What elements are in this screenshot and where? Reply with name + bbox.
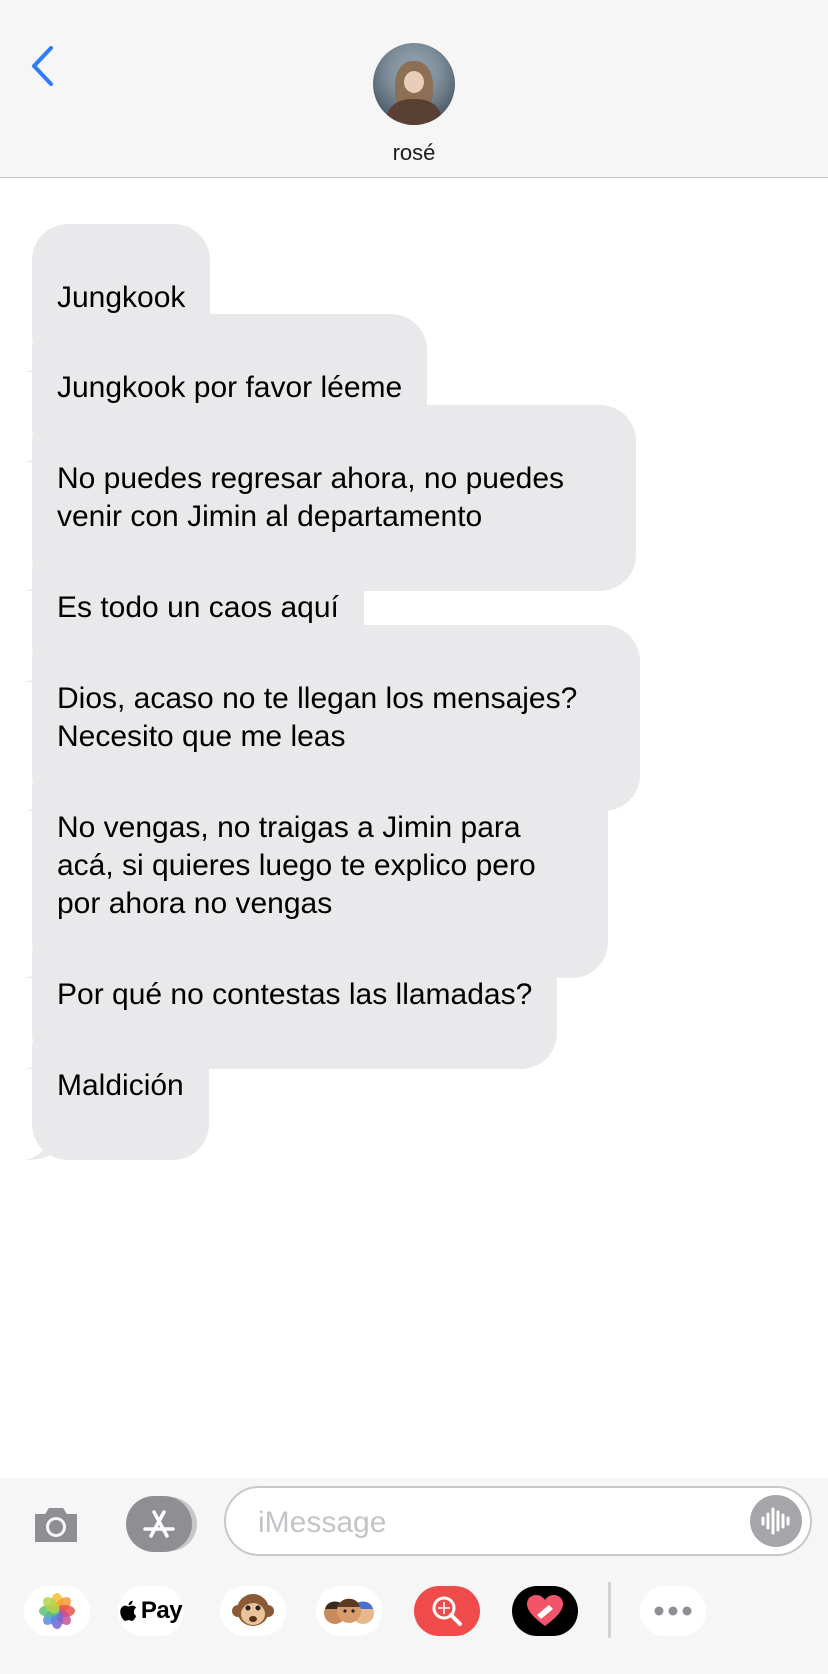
memoji-icon	[324, 1598, 374, 1624]
animoji-monkey-icon	[232, 1594, 274, 1626]
audio-message-button[interactable]	[750, 1495, 802, 1547]
message-text: No vengas, no traigas a Jimin para acá, …	[57, 811, 536, 920]
digital-touch-heart-icon	[527, 1595, 563, 1626]
search-images-icon	[432, 1596, 462, 1626]
more-apps-button[interactable]	[640, 1586, 706, 1636]
more-icon	[654, 1606, 692, 1616]
app-strip-divider	[608, 1582, 611, 1638]
photos-app-button[interactable]	[24, 1586, 90, 1636]
memoji-button[interactable]	[316, 1586, 382, 1636]
apple-pay-icon	[120, 1600, 137, 1621]
message-text: Jungkook	[57, 281, 186, 314]
message-input-field[interactable]	[224, 1486, 812, 1556]
message-text: Por qué no contestas las llamadas?	[57, 978, 533, 1011]
camera-icon	[35, 1508, 77, 1542]
message-bubble[interactable]: Maldición	[24, 1012, 209, 1160]
message-text: Jungkook por favor léeme	[57, 371, 403, 404]
camera-button[interactable]	[30, 1498, 82, 1550]
animoji-button[interactable]	[220, 1586, 286, 1636]
message-text: Es todo un caos aquí	[57, 591, 339, 624]
apple-pay-label: Pay	[140, 1597, 183, 1624]
audio-waveform-icon	[761, 1507, 790, 1535]
contact-avatar[interactable]	[373, 43, 455, 125]
apple-pay-button[interactable]: Pay	[118, 1586, 184, 1636]
image-search-button[interactable]	[414, 1586, 480, 1636]
contact-name[interactable]: rosé	[0, 140, 828, 166]
message-text: No puedes regresar ahora, no puedes veni…	[57, 462, 565, 533]
message-text: Maldición	[57, 1069, 184, 1102]
app-store-icon	[143, 1510, 175, 1538]
photos-icon	[39, 1593, 75, 1629]
imessage-app-drawer: Pay	[0, 1578, 828, 1658]
app-store-button[interactable]	[126, 1496, 192, 1552]
chevron-left-icon	[32, 46, 53, 86]
compose-bar: Pay	[0, 1478, 828, 1674]
message-input[interactable]	[256, 1500, 720, 1546]
message-text: Dios, acaso no te llegan los mensajes? N…	[57, 682, 578, 753]
back-button[interactable]	[22, 42, 62, 90]
digital-touch-button[interactable]	[512, 1586, 578, 1636]
conversation-header: rosé	[0, 0, 828, 178]
